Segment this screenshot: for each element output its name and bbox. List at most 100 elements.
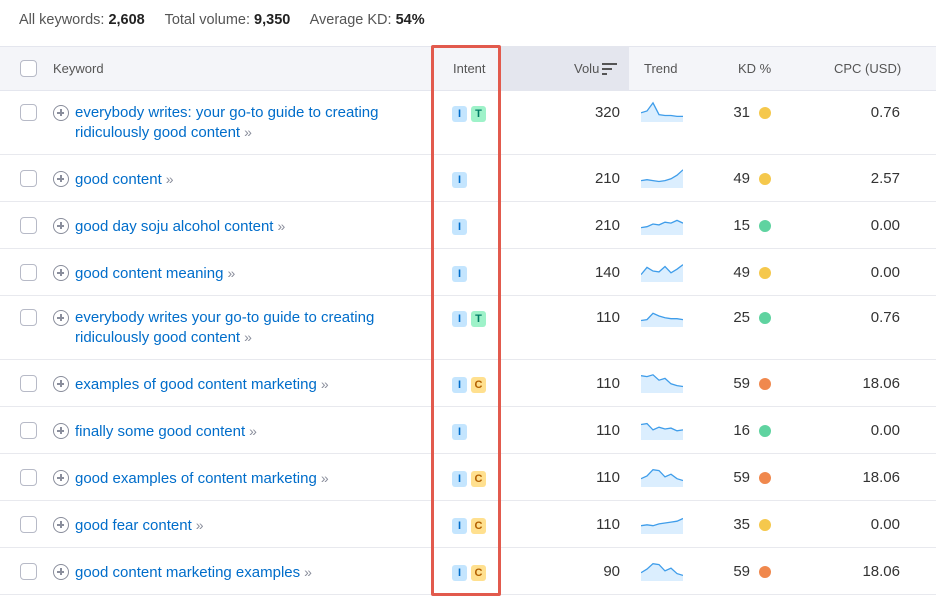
intent-cell: IC xyxy=(452,565,486,581)
intent-badge-i: I xyxy=(452,172,467,188)
keyword-link[interactable]: finally some good content» xyxy=(75,422,425,442)
volume-value: 320 xyxy=(594,104,620,121)
add-keyword-icon[interactable] xyxy=(53,218,69,234)
all-keywords-value: 2,608 xyxy=(108,12,145,28)
add-keyword-icon[interactable] xyxy=(53,171,69,187)
keyword-link[interactable]: good fear content» xyxy=(75,516,425,536)
table-row: good content marketing examples» IC 90 5… xyxy=(0,548,936,595)
kd-value: 59 xyxy=(733,375,750,392)
keyword-link[interactable]: good examples of content marketing» xyxy=(75,469,425,489)
open-keyword-icon[interactable]: » xyxy=(277,218,285,234)
cpc-value: 2.57 xyxy=(870,170,900,187)
intent-cell: I xyxy=(452,266,467,282)
row-checkbox[interactable] xyxy=(20,469,37,486)
keyword-link[interactable]: good content meaning» xyxy=(75,264,425,284)
keyword-link[interactable]: good content» xyxy=(75,170,425,190)
intent-badge-i: I xyxy=(452,106,467,122)
keyword-link[interactable]: good content marketing examples» xyxy=(75,563,425,583)
kd-difficulty-dot xyxy=(759,312,771,324)
row-checkbox[interactable] xyxy=(20,264,37,281)
open-keyword-icon[interactable]: » xyxy=(196,517,204,533)
keyword-line-1: good content marketing examples xyxy=(75,564,301,581)
intent-badge-c: C xyxy=(471,565,486,581)
open-keyword-icon[interactable]: » xyxy=(321,376,329,392)
all-keywords-label: All keywords: xyxy=(19,12,105,28)
intent-badge-c: C xyxy=(471,377,486,393)
intent-cell: IC xyxy=(452,377,486,393)
intent-badge-i: I xyxy=(452,424,467,440)
open-keyword-icon[interactable]: » xyxy=(166,171,174,187)
keyword-line-2: ridiculously good content xyxy=(75,328,241,346)
add-keyword-icon[interactable] xyxy=(53,564,69,580)
trend-sparkline xyxy=(641,101,683,122)
trend-sparkline xyxy=(641,563,683,581)
add-keyword-icon[interactable] xyxy=(53,376,69,392)
keyword-link[interactable]: good day soju alcohol content» xyxy=(75,217,425,237)
cpc-value: 18.06 xyxy=(862,375,900,392)
intent-badge-i: I xyxy=(452,311,467,327)
intent-badge-t: T xyxy=(471,311,486,327)
intent-badge-i: I xyxy=(452,377,467,393)
row-checkbox[interactable] xyxy=(20,309,37,326)
volume-value: 110 xyxy=(596,309,620,326)
keyword-line-1: everybody writes: your go-to guide to cr… xyxy=(75,104,379,121)
open-keyword-icon[interactable]: » xyxy=(227,265,235,281)
keyword-link[interactable]: everybody writes: your go-to guide to cr… xyxy=(75,104,425,142)
open-keyword-icon[interactable]: » xyxy=(304,564,312,580)
open-keyword-icon[interactable]: » xyxy=(321,470,329,486)
table-row: good content meaning» I 140 49 0.00 xyxy=(0,249,936,296)
row-checkbox[interactable] xyxy=(20,170,37,187)
sort-descending-icon[interactable] xyxy=(602,63,618,75)
keyword-line-1: good content meaning xyxy=(75,265,224,282)
add-keyword-icon[interactable] xyxy=(53,310,69,326)
open-keyword-icon[interactable]: » xyxy=(244,329,252,345)
row-checkbox[interactable] xyxy=(20,375,37,392)
volume-value: 210 xyxy=(594,217,620,234)
row-checkbox[interactable] xyxy=(20,104,37,121)
column-keyword[interactable]: Keyword xyxy=(53,47,104,90)
column-trend[interactable]: Trend xyxy=(644,47,677,90)
cpc-value: 0.00 xyxy=(870,422,900,439)
intent-cell: IC xyxy=(452,471,486,487)
column-intent[interactable]: Intent xyxy=(453,47,486,90)
row-checkbox[interactable] xyxy=(20,422,37,439)
cpc-value: 18.06 xyxy=(862,563,900,580)
trend-sparkline xyxy=(641,219,683,235)
table-header: Keyword Intent Volu Trend KD % CPC (USD) xyxy=(0,46,936,91)
column-cpc[interactable]: CPC (USD) xyxy=(834,47,901,90)
intent-cell: IC xyxy=(452,518,486,534)
column-volume[interactable]: Volu xyxy=(574,47,599,90)
row-checkbox[interactable] xyxy=(20,563,37,580)
add-keyword-icon[interactable] xyxy=(53,265,69,281)
keyword-link[interactable]: examples of good content marketing» xyxy=(75,375,425,395)
kd-difficulty-dot xyxy=(759,107,771,119)
kd-value: 16 xyxy=(733,422,750,439)
row-checkbox[interactable] xyxy=(20,516,37,533)
volume-value: 140 xyxy=(594,264,620,281)
kd-difficulty-dot xyxy=(759,173,771,185)
add-keyword-icon[interactable] xyxy=(53,105,69,121)
keyword-line-1: good fear content xyxy=(75,517,192,534)
add-keyword-icon[interactable] xyxy=(53,423,69,439)
keyword-table: Keyword Intent Volu Trend KD % CPC (USD)… xyxy=(0,46,936,595)
table-body: everybody writes: your go-to guide to cr… xyxy=(0,91,936,595)
trend-area xyxy=(641,563,683,581)
add-keyword-icon[interactable] xyxy=(53,517,69,533)
trend-area xyxy=(641,169,683,188)
add-keyword-icon[interactable] xyxy=(53,470,69,486)
open-keyword-icon[interactable]: » xyxy=(249,423,257,439)
trend-area xyxy=(641,423,683,440)
keyword-link[interactable]: everybody writes your go-to guide to cre… xyxy=(75,309,425,347)
kd-value: 31 xyxy=(733,104,750,121)
select-all-checkbox[interactable] xyxy=(20,60,37,77)
volume-value: 110 xyxy=(596,516,620,533)
intent-cell: I xyxy=(452,424,467,440)
trend-sparkline xyxy=(641,517,683,534)
keyword-line-1: examples of good content marketing xyxy=(75,376,317,393)
row-checkbox[interactable] xyxy=(20,217,37,234)
kd-value: 15 xyxy=(733,217,750,234)
kd-difficulty-dot xyxy=(759,378,771,390)
volume-value: 210 xyxy=(594,170,620,187)
column-kd[interactable]: KD % xyxy=(738,47,771,90)
open-keyword-icon[interactable]: » xyxy=(244,124,252,140)
